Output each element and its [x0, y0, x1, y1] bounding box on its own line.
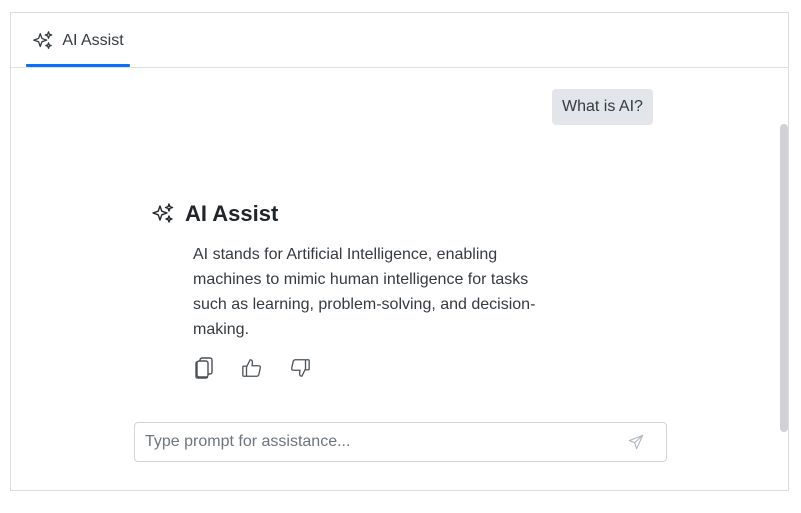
prompt-input-box: [134, 422, 667, 462]
prompt-input[interactable]: [145, 433, 624, 451]
conversation-area: What is AI? AI Assist AI stands for Arti…: [11, 68, 788, 491]
sparkle-icon: [151, 202, 175, 226]
assistant-response: AI Assist AI stands for Artificial Intel…: [151, 198, 571, 382]
scrollbar-thumb[interactable]: [780, 124, 788, 432]
thumbs-up-icon[interactable]: [241, 356, 263, 380]
tab-ai-assist[interactable]: AI Assist: [26, 13, 130, 68]
active-tab-indicator: [26, 64, 130, 67]
send-icon[interactable]: [624, 430, 648, 454]
response-actions: [193, 354, 571, 382]
ai-assist-panel: AI Assist What is AI? AI Assist AI stand…: [10, 12, 789, 491]
response-header: AI Assist: [151, 198, 571, 230]
response-text: AI stands for Artificial Intelligence, e…: [193, 246, 536, 338]
user-prompt-bubble: What is AI?: [552, 89, 653, 125]
response-title: AI Assist: [185, 201, 279, 226]
tab-label: AI Assist: [62, 31, 124, 49]
thumbs-down-icon[interactable]: [289, 356, 311, 380]
tab-bar: AI Assist: [11, 13, 788, 68]
sparkle-icon: [32, 30, 54, 52]
copy-icon[interactable]: [193, 356, 215, 380]
